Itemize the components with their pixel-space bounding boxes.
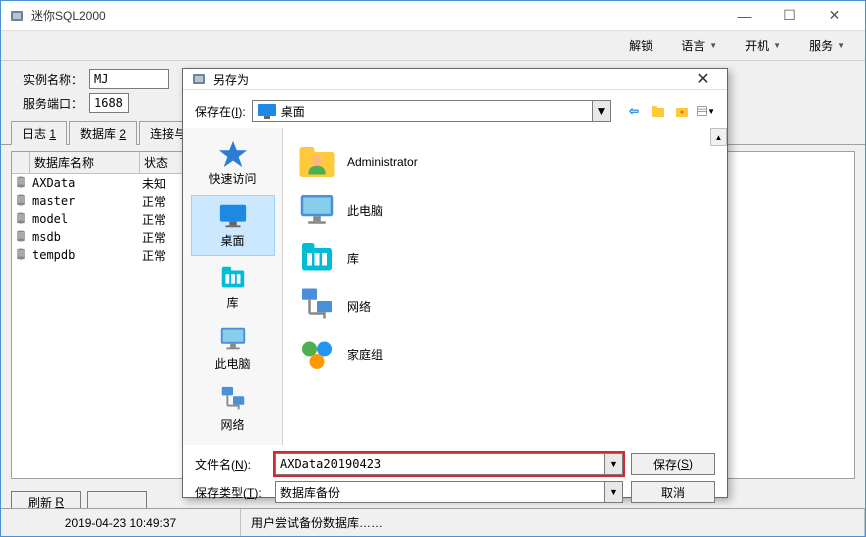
minimize-button[interactable]: — (722, 1, 767, 31)
port-input[interactable] (89, 93, 129, 113)
filetype-label: 保存类型(T): (195, 484, 267, 501)
library-icon (295, 238, 339, 278)
place-label: 网络 (220, 416, 244, 433)
places-item-library[interactable]: 库 (191, 258, 275, 317)
dialog-body: 快速访问桌面库此电脑网络 ▲ Administrator此电脑库网络家庭组 (183, 128, 727, 445)
desktop-icon (217, 202, 249, 230)
language-menu[interactable]: 语言▼ (671, 34, 727, 57)
desktop-icon (257, 103, 277, 119)
location-combo[interactable]: 桌面 ▼ (252, 100, 611, 122)
filetype-combo[interactable]: ▼ (275, 481, 623, 503)
save-button[interactable]: 保存(S) (631, 453, 715, 475)
database-icon (16, 248, 26, 260)
service-menu[interactable]: 服务▼ (799, 34, 855, 57)
user-icon (295, 142, 339, 182)
cancel-button[interactable]: 取消 (631, 481, 715, 503)
file-item[interactable]: 家庭组 (291, 330, 719, 378)
app-icon (9, 8, 25, 24)
filename-dropdown-icon[interactable]: ▼ (604, 454, 622, 474)
window-controls: — ☐ ✕ (722, 1, 857, 31)
port-label: 服务端口： (15, 95, 83, 112)
computer-icon (295, 190, 339, 230)
places-item-star[interactable]: 快速访问 (191, 134, 275, 193)
file-label: 库 (347, 250, 359, 267)
instance-input[interactable] (89, 69, 169, 89)
homegroup-icon (295, 334, 339, 374)
file-label: 家庭组 (347, 346, 383, 363)
filename-label: 文件名(N): (195, 456, 267, 473)
back-icon[interactable]: ⇦ (625, 102, 643, 120)
filetype-dropdown-icon[interactable]: ▼ (604, 482, 622, 502)
database-icon (16, 176, 26, 188)
database-icon (16, 194, 26, 206)
chevron-down-icon: ▼ (773, 41, 781, 50)
file-item[interactable]: 此电脑 (291, 186, 719, 234)
grid-col-name[interactable]: 数据库名称 (30, 152, 140, 173)
dialog-close-button[interactable]: ✕ (687, 69, 719, 89)
chevron-down-icon: ▼ (709, 41, 717, 50)
file-item[interactable]: 网络 (291, 282, 719, 330)
scroll-up-icon[interactable]: ▲ (710, 128, 727, 146)
place-label: 此电脑 (214, 355, 250, 372)
status-message: 用户尝试备份数据库…… (241, 509, 865, 536)
database-icon (16, 230, 26, 242)
statusbar: 2019-04-23 10:49:37 用户尝试备份数据库…… (1, 508, 865, 536)
close-button[interactable]: ✕ (812, 1, 857, 31)
filetype-input (276, 482, 604, 502)
places-bar: 快速访问桌面库此电脑网络 (183, 128, 283, 445)
computer-icon (217, 325, 249, 353)
save-as-dialog: 另存为 ✕ 保存在(I): 桌面 ▼ ⇦ ✦ ▼ 快速访问桌面库此电脑网络 ▲ … (182, 68, 728, 498)
dialog-titlebar: 另存为 ✕ (183, 69, 727, 90)
chevron-down-icon: ▼ (837, 41, 845, 50)
up-one-level-icon[interactable] (649, 102, 667, 120)
file-list[interactable]: ▲ Administrator 此电脑库网络家庭组 (283, 128, 727, 445)
instance-label: 实例名称： (15, 71, 83, 88)
places-item-computer[interactable]: 此电脑 (191, 319, 275, 378)
location-dropdown-icon[interactable]: ▼ (592, 101, 610, 121)
database-icon (16, 212, 26, 224)
place-label: 桌面 (220, 232, 244, 249)
library-icon (217, 264, 249, 292)
network-icon (217, 386, 249, 414)
file-label: 此电脑 (347, 202, 383, 219)
app-title: 迷你SQL2000 (31, 7, 722, 24)
nav-icons: ⇦ ✦ ▼ (625, 102, 715, 120)
view-menu-icon[interactable]: ▼ (697, 102, 715, 120)
file-label: Administrator (347, 155, 418, 169)
status-time: 2019-04-23 10:49:37 (1, 509, 241, 536)
dialog-bottom: 文件名(N): ▼ 保存(S) 保存类型(T): ▼ 取消 (183, 445, 727, 511)
dialog-icon (191, 71, 207, 87)
network-icon (295, 286, 339, 326)
maximize-button[interactable]: ☐ (767, 1, 812, 31)
dialog-location-row: 保存在(I): 桌面 ▼ ⇦ ✦ ▼ (183, 90, 727, 128)
tab-database[interactable]: 数据库 2 (69, 121, 137, 145)
new-folder-icon[interactable]: ✦ (673, 102, 691, 120)
main-toolbar: 解锁 语言▼ 开机▼ 服务▼ (1, 31, 865, 61)
grid-col-icon[interactable] (12, 152, 30, 173)
file-label: 网络 (347, 298, 371, 315)
titlebar: 迷你SQL2000 — ☐ ✕ (1, 1, 865, 31)
filename-combo: ▼ (275, 453, 623, 475)
star-icon (217, 140, 249, 168)
svg-text:✦: ✦ (679, 108, 686, 117)
filename-input[interactable] (276, 454, 604, 474)
tab-log[interactable]: 日志 1 (11, 121, 67, 145)
power-menu[interactable]: 开机▼ (735, 34, 791, 57)
file-item[interactable]: Administrator (291, 138, 719, 186)
place-label: 库 (226, 294, 238, 311)
dialog-title: 另存为 (213, 71, 687, 88)
unlock-menu[interactable]: 解锁 (619, 34, 663, 57)
location-text: 桌面 (281, 103, 592, 120)
places-item-desktop[interactable]: 桌面 (191, 195, 275, 256)
places-item-network[interactable]: 网络 (191, 380, 275, 439)
file-item[interactable]: 库 (291, 234, 719, 282)
save-in-label: 保存在(I): (195, 103, 246, 120)
place-label: 快速访问 (208, 170, 256, 187)
